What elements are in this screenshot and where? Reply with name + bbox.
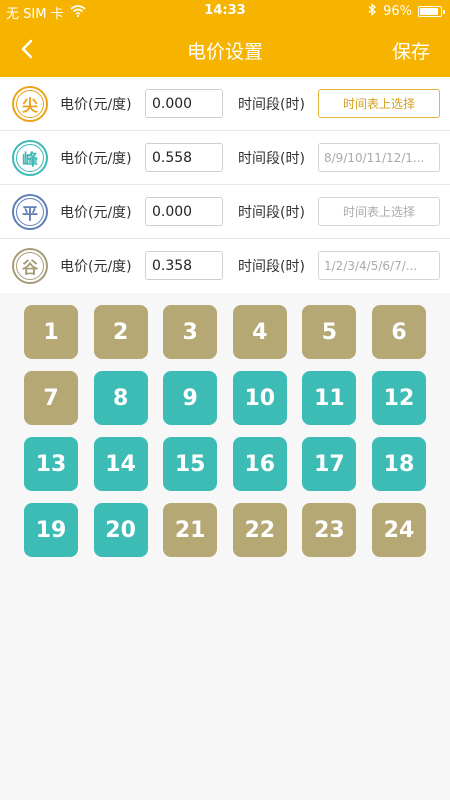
hour-cell[interactable]: 11 [302,371,357,425]
battery-label: 96% [383,4,412,19]
hour-cell[interactable]: 9 [163,371,218,425]
hour-grid: 1 2 3 4 5 6 7 8 9 10 11 12 13 14 15 16 17 18 19 20 21 22 23 24 [24,305,426,557]
badge-label: 谷 [16,252,44,280]
hour-cell[interactable]: 20 [93,503,148,557]
price-rows: 尖 电价(元/度) 时间段(时) 时间表上选择 峰 电价(元/度) 时间段(时)… [0,77,450,293]
hour-cell[interactable]: 14 [93,437,148,491]
price-row-peak: 峰 电价(元/度) 时间段(时) 8/9/10/11/12/1... [0,131,450,185]
badge-label: 尖 [16,90,44,118]
hour-cell[interactable]: 13 [24,437,78,491]
hour-cell[interactable]: 6 [371,305,426,359]
badge-label: 平 [16,198,44,226]
flat-price-input[interactable] [145,197,223,226]
hour-cell[interactable]: 18 [371,437,426,491]
hour-cell[interactable]: 16 [232,437,287,491]
hour-cell[interactable]: 2 [93,305,148,359]
hour-cell[interactable]: 23 [302,503,357,557]
sharp-badge: 尖 [12,86,48,122]
save-button[interactable]: 保存 [392,37,430,64]
hour-cell[interactable]: 24 [371,503,426,557]
hour-cell[interactable]: 21 [163,503,218,557]
hour-cell[interactable]: 4 [232,305,287,359]
hour-cell[interactable]: 10 [232,371,287,425]
price-label: 电价(元/度) [60,151,132,167]
hour-grid-area: 1 2 3 4 5 6 7 8 9 10 11 12 13 14 15 16 17 18 19 20 21 22 23 24 [0,294,450,800]
hour-cell[interactable]: 15 [163,437,218,491]
period-label: 时间段(时) [238,97,305,113]
valley-period-select[interactable]: 1/2/3/4/5/6/7/... [318,251,440,280]
hour-cell[interactable]: 22 [232,503,287,557]
bluetooth-icon [368,3,377,20]
battery-icon [418,6,445,17]
hour-cell[interactable]: 17 [302,437,357,491]
nav-bar: 电价设置 保存 [0,22,450,77]
price-label: 电价(元/度) [60,205,132,221]
battery-fill [420,8,439,15]
hour-cell[interactable]: 1 [24,305,78,359]
period-label: 时间段(时) [238,259,305,275]
price-label: 电价(元/度) [60,97,132,113]
badge-label: 峰 [16,144,44,172]
status-bar: 无 SIM 卡 14:33 96% [0,0,450,22]
valley-badge: 谷 [12,248,48,284]
peak-period-select[interactable]: 8/9/10/11/12/1... [318,143,440,172]
hour-cell[interactable]: 5 [302,305,357,359]
period-label: 时间段(时) [238,205,305,221]
page-title: 电价设置 [186,41,263,63]
price-label: 电价(元/度) [60,259,132,275]
peak-price-input[interactable] [145,143,223,172]
hour-cell[interactable]: 19 [24,503,78,557]
peak-badge: 峰 [12,140,48,176]
hour-cell[interactable]: 12 [371,371,426,425]
hour-cell[interactable]: 3 [163,305,218,359]
price-row-valley: 谷 电价(元/度) 时间段(时) 1/2/3/4/5/6/7/... [0,239,450,293]
sharp-period-select[interactable]: 时间表上选择 [318,89,440,118]
status-right: 96% [368,3,445,20]
period-label: 时间段(时) [238,151,305,167]
flat-badge: 平 [12,194,48,230]
valley-price-input[interactable] [145,251,223,280]
hour-cell[interactable]: 8 [93,371,148,425]
flat-period-select[interactable]: 时间表上选择 [318,197,440,226]
hour-cell[interactable]: 7 [24,371,78,425]
price-row-flat: 平 电价(元/度) 时间段(时) 时间表上选择 [0,185,450,239]
price-row-sharp: 尖 电价(元/度) 时间段(时) 时间表上选择 [0,77,450,131]
sharp-price-input[interactable] [145,89,223,118]
